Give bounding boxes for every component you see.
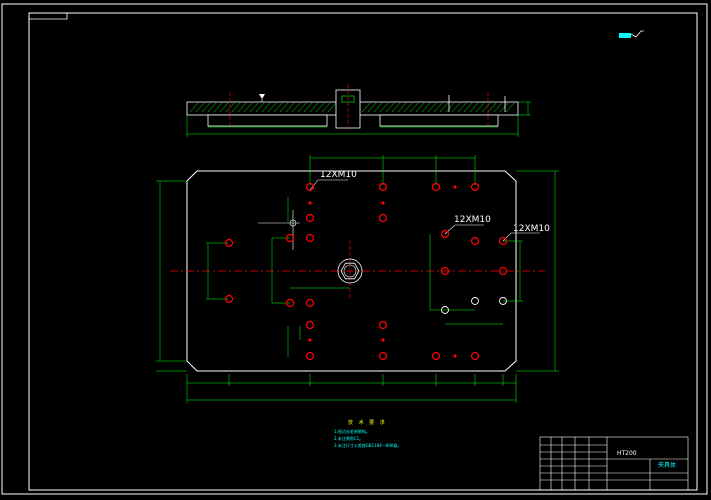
material-label: HT200	[617, 450, 637, 457]
corner-tag	[29, 13, 68, 20]
note-item-1: 1.锐边去毛刺倒钝。	[334, 429, 370, 434]
part-name-label: 夹具体	[658, 462, 677, 469]
technical-requirements-title: 技 术 要 求	[348, 420, 387, 426]
note-item-2: 2.未注倒角C1。	[334, 436, 364, 441]
note-item-3: 3.未注尺寸公差按GB1184—80K级。	[334, 443, 402, 448]
plan-view	[156, 155, 559, 403]
thread-callout-far-right: 12XM10	[513, 224, 550, 234]
section-view	[186, 84, 531, 137]
roughness-mark	[619, 30, 644, 38]
thread-callout-right: 12XM10	[454, 215, 491, 225]
inner-sheet-frame	[28, 12, 698, 491]
thread-callout-top-left: 12XM10	[320, 170, 357, 180]
